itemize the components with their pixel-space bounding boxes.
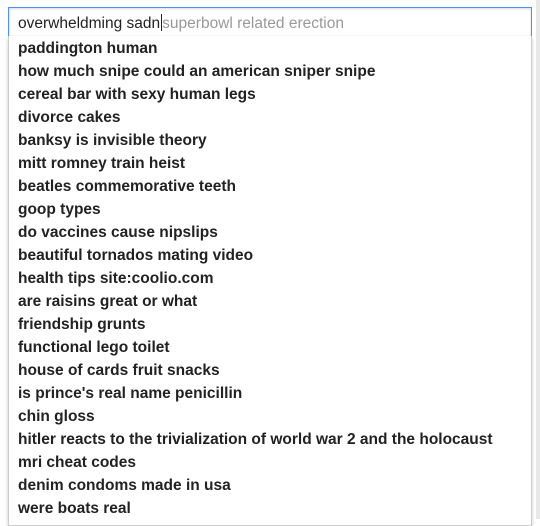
- suggestion-item[interactable]: chin gloss: [9, 405, 531, 428]
- suggestion-item[interactable]: health tips site:coolio.com: [9, 267, 531, 290]
- suggestion-item[interactable]: beautiful tornados mating video: [9, 244, 531, 267]
- suggestion-item[interactable]: goop types: [9, 198, 531, 221]
- search-input[interactable]: overwheldming sadn superbowl related erec…: [8, 7, 532, 37]
- suggestion-item[interactable]: mri cheat codes: [9, 451, 531, 474]
- window-edge: [536, 0, 540, 519]
- suggestion-list: paddington human how much snipe could an…: [9, 37, 531, 520]
- suggestion-item[interactable]: banksy is invisible theory: [9, 129, 531, 152]
- search-query-text: overwheldming sadn superbowl related erec…: [18, 14, 344, 33]
- suggestion-item[interactable]: cereal bar with sexy human legs: [9, 83, 531, 106]
- suggestion-item[interactable]: were boats real: [9, 497, 531, 520]
- suggestion-item[interactable]: denim condoms made in usa: [9, 474, 531, 497]
- suggestion-item[interactable]: beatles commemorative teeth: [9, 175, 531, 198]
- search-autocomplete-ghost: superbowl related erection: [162, 15, 344, 32]
- autocomplete-dropdown: paddington human how much snipe could an…: [8, 36, 532, 526]
- suggestion-item[interactable]: paddington human: [9, 37, 531, 60]
- suggestion-item[interactable]: house of cards fruit snacks: [9, 359, 531, 382]
- search-typed-text: overwheldming sadn: [18, 15, 161, 32]
- suggestion-item[interactable]: do vaccines cause nipslips: [9, 221, 531, 244]
- suggestion-item[interactable]: friendship grunts: [9, 313, 531, 336]
- suggestion-item[interactable]: are raisins great or what: [9, 290, 531, 313]
- suggestion-item[interactable]: hitler reacts to the trivialization of w…: [9, 428, 531, 451]
- suggestion-item[interactable]: functional lego toilet: [9, 336, 531, 359]
- suggestion-item[interactable]: divorce cakes: [9, 106, 531, 129]
- suggestion-item[interactable]: mitt romney train heist: [9, 152, 531, 175]
- suggestion-item[interactable]: is prince's real name penicillin: [9, 382, 531, 405]
- suggestion-item[interactable]: how much snipe could an american sniper …: [9, 60, 531, 83]
